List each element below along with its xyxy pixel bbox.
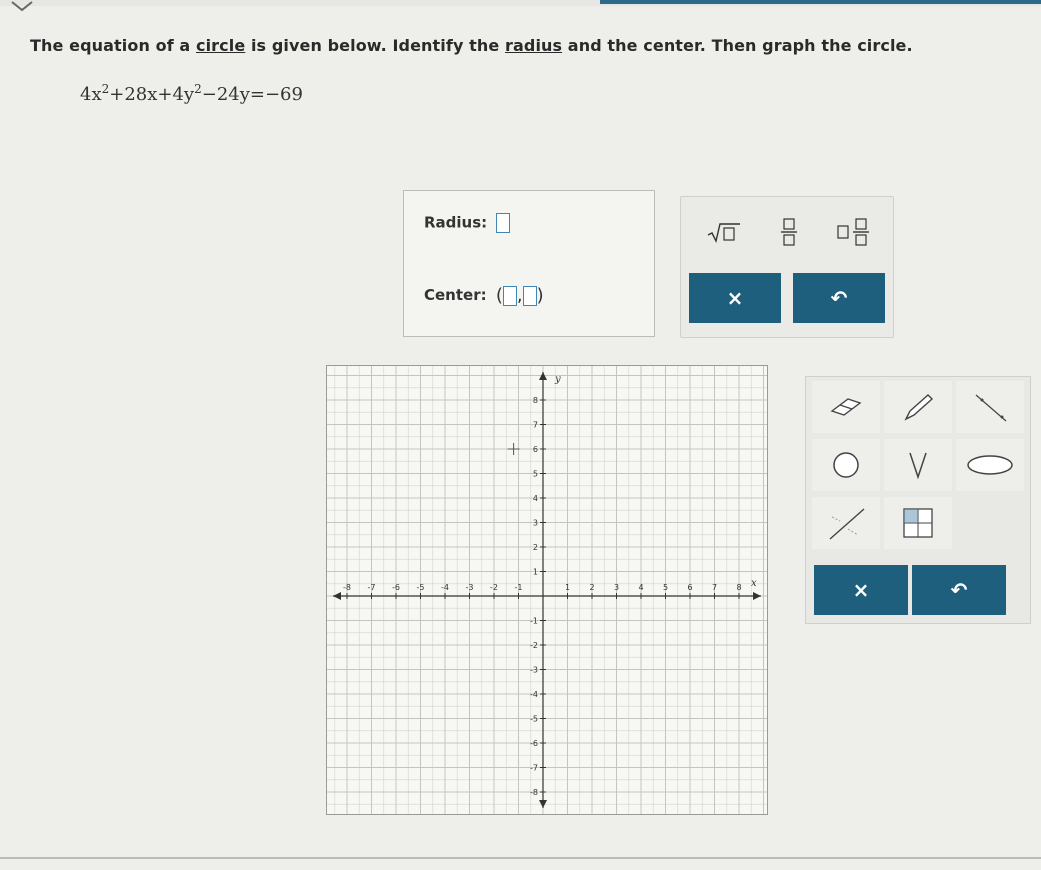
y-tick-label: 7 xyxy=(533,421,538,430)
center-y-input[interactable] xyxy=(522,285,537,306)
x-tick-label: 8 xyxy=(736,583,741,592)
x-tick-label: -7 xyxy=(368,583,376,592)
ray-icon xyxy=(975,394,1007,422)
x-tick-label: -6 xyxy=(392,583,400,592)
x-tick-label: -1 xyxy=(515,583,523,592)
x-tick-label: -2 xyxy=(490,583,498,592)
x-tick-label: -4 xyxy=(441,583,449,592)
x-tick-label: -8 xyxy=(343,583,351,592)
center-label: Center: xyxy=(424,286,487,304)
radius-link[interactable]: radius xyxy=(505,36,562,55)
circle-tool[interactable] xyxy=(812,439,880,491)
y-tick-label: -3 xyxy=(530,666,538,675)
close-icon: × xyxy=(726,286,744,310)
y-tick-label: 4 xyxy=(533,494,538,503)
y-tick-label: 3 xyxy=(533,519,538,528)
radius-row: Radius: xyxy=(424,213,511,233)
line-tool[interactable] xyxy=(812,497,880,549)
y-tick-label: -7 xyxy=(530,764,538,773)
chevron-down-icon[interactable] xyxy=(8,0,36,14)
y-tick-label: -4 xyxy=(530,690,538,699)
tools-undo-button[interactable]: ↶ xyxy=(912,565,1006,615)
close-icon: × xyxy=(852,578,870,602)
table-icon xyxy=(903,508,933,538)
x-tick-label: 7 xyxy=(712,583,717,592)
absolute-value-tool[interactable] xyxy=(884,439,952,491)
fraction-key[interactable] xyxy=(769,211,809,253)
ray-tool[interactable] xyxy=(956,381,1024,433)
pencil-icon xyxy=(904,394,934,421)
circle-link[interactable]: circle xyxy=(196,36,245,55)
y-tick-label: 2 xyxy=(533,543,538,552)
y-tick-label: 6 xyxy=(533,445,538,454)
mixed-number-icon xyxy=(837,218,869,246)
radius-label: Radius: xyxy=(424,213,488,232)
circle-icon xyxy=(833,452,859,478)
x-tick-label: 2 xyxy=(589,583,594,592)
x-tick-label: 4 xyxy=(638,583,643,592)
keypad-undo-button[interactable]: ↶ xyxy=(793,273,885,323)
bottom-divider xyxy=(0,857,1041,859)
graph-tools-panel: × ↶ xyxy=(805,376,1031,624)
sqrt-icon xyxy=(707,223,740,244)
x-tick-label: 6 xyxy=(687,583,692,592)
top-bar-accent xyxy=(600,0,1041,4)
center-row: Center: (,) xyxy=(424,285,544,306)
eraser-tool[interactable] xyxy=(812,381,880,433)
absolute-value-icon xyxy=(909,452,927,480)
center-x-input[interactable] xyxy=(502,285,517,306)
x-tick-label: -3 xyxy=(466,583,474,592)
tools-clear-button[interactable]: × xyxy=(814,565,908,615)
x-axis-arrow xyxy=(753,592,761,600)
line-icon xyxy=(829,508,865,540)
y-tick-label: 8 xyxy=(533,396,538,405)
undo-icon: ↶ xyxy=(830,286,848,310)
y-tick-label: -5 xyxy=(530,715,538,724)
fraction-icon xyxy=(781,218,797,246)
coordinate-grid[interactable]: x y -8 -7 -6 -5 -4 -3 -2 -1 1 2 3 4 5 6 7 8 8 7 6 5 4 3 2 1 -1 -2 -3… xyxy=(327,366,767,814)
x-tick-label: 3 xyxy=(614,583,619,592)
sqrt-key[interactable] xyxy=(699,215,749,251)
keypad-clear-button[interactable]: × xyxy=(689,273,781,323)
mixed-number-key[interactable] xyxy=(829,211,879,253)
y-tick-label: -1 xyxy=(530,617,538,626)
math-keypad: × ↶ xyxy=(680,196,894,338)
graph-area[interactable]: x y -8 -7 -6 -5 -4 -3 -2 -1 1 2 3 4 5 6 7 8 8 7 6 5 4 3 2 1 -1 -2 -3… xyxy=(326,365,768,815)
y-tick-label: -8 xyxy=(530,788,538,797)
y-axis-label: y xyxy=(554,374,561,385)
eraser-icon xyxy=(830,398,862,416)
ellipse-icon xyxy=(967,455,1013,475)
y-tick-label: -2 xyxy=(530,641,538,650)
y-tick-label: 5 xyxy=(533,470,538,479)
question-text: The equation of a circle is given below.… xyxy=(30,36,913,55)
x-axis-arrow xyxy=(333,592,341,600)
x-tick-label: 1 xyxy=(565,583,570,592)
x-tick-label: -5 xyxy=(417,583,425,592)
pencil-tool[interactable] xyxy=(884,381,952,433)
undo-icon: ↶ xyxy=(950,578,968,602)
ellipse-tool[interactable] xyxy=(956,439,1024,491)
answer-box: Radius: Center: (,) xyxy=(403,190,655,337)
x-tick-label: 5 xyxy=(663,583,668,592)
radius-input[interactable] xyxy=(496,213,511,233)
y-tick-label: -6 xyxy=(530,739,538,748)
x-axis-label: x xyxy=(751,578,757,589)
table-tool[interactable] xyxy=(884,497,952,549)
equation: 4x2+28x+4y2−24y=−69 xyxy=(80,82,303,105)
y-tick-label: 1 xyxy=(533,568,538,577)
